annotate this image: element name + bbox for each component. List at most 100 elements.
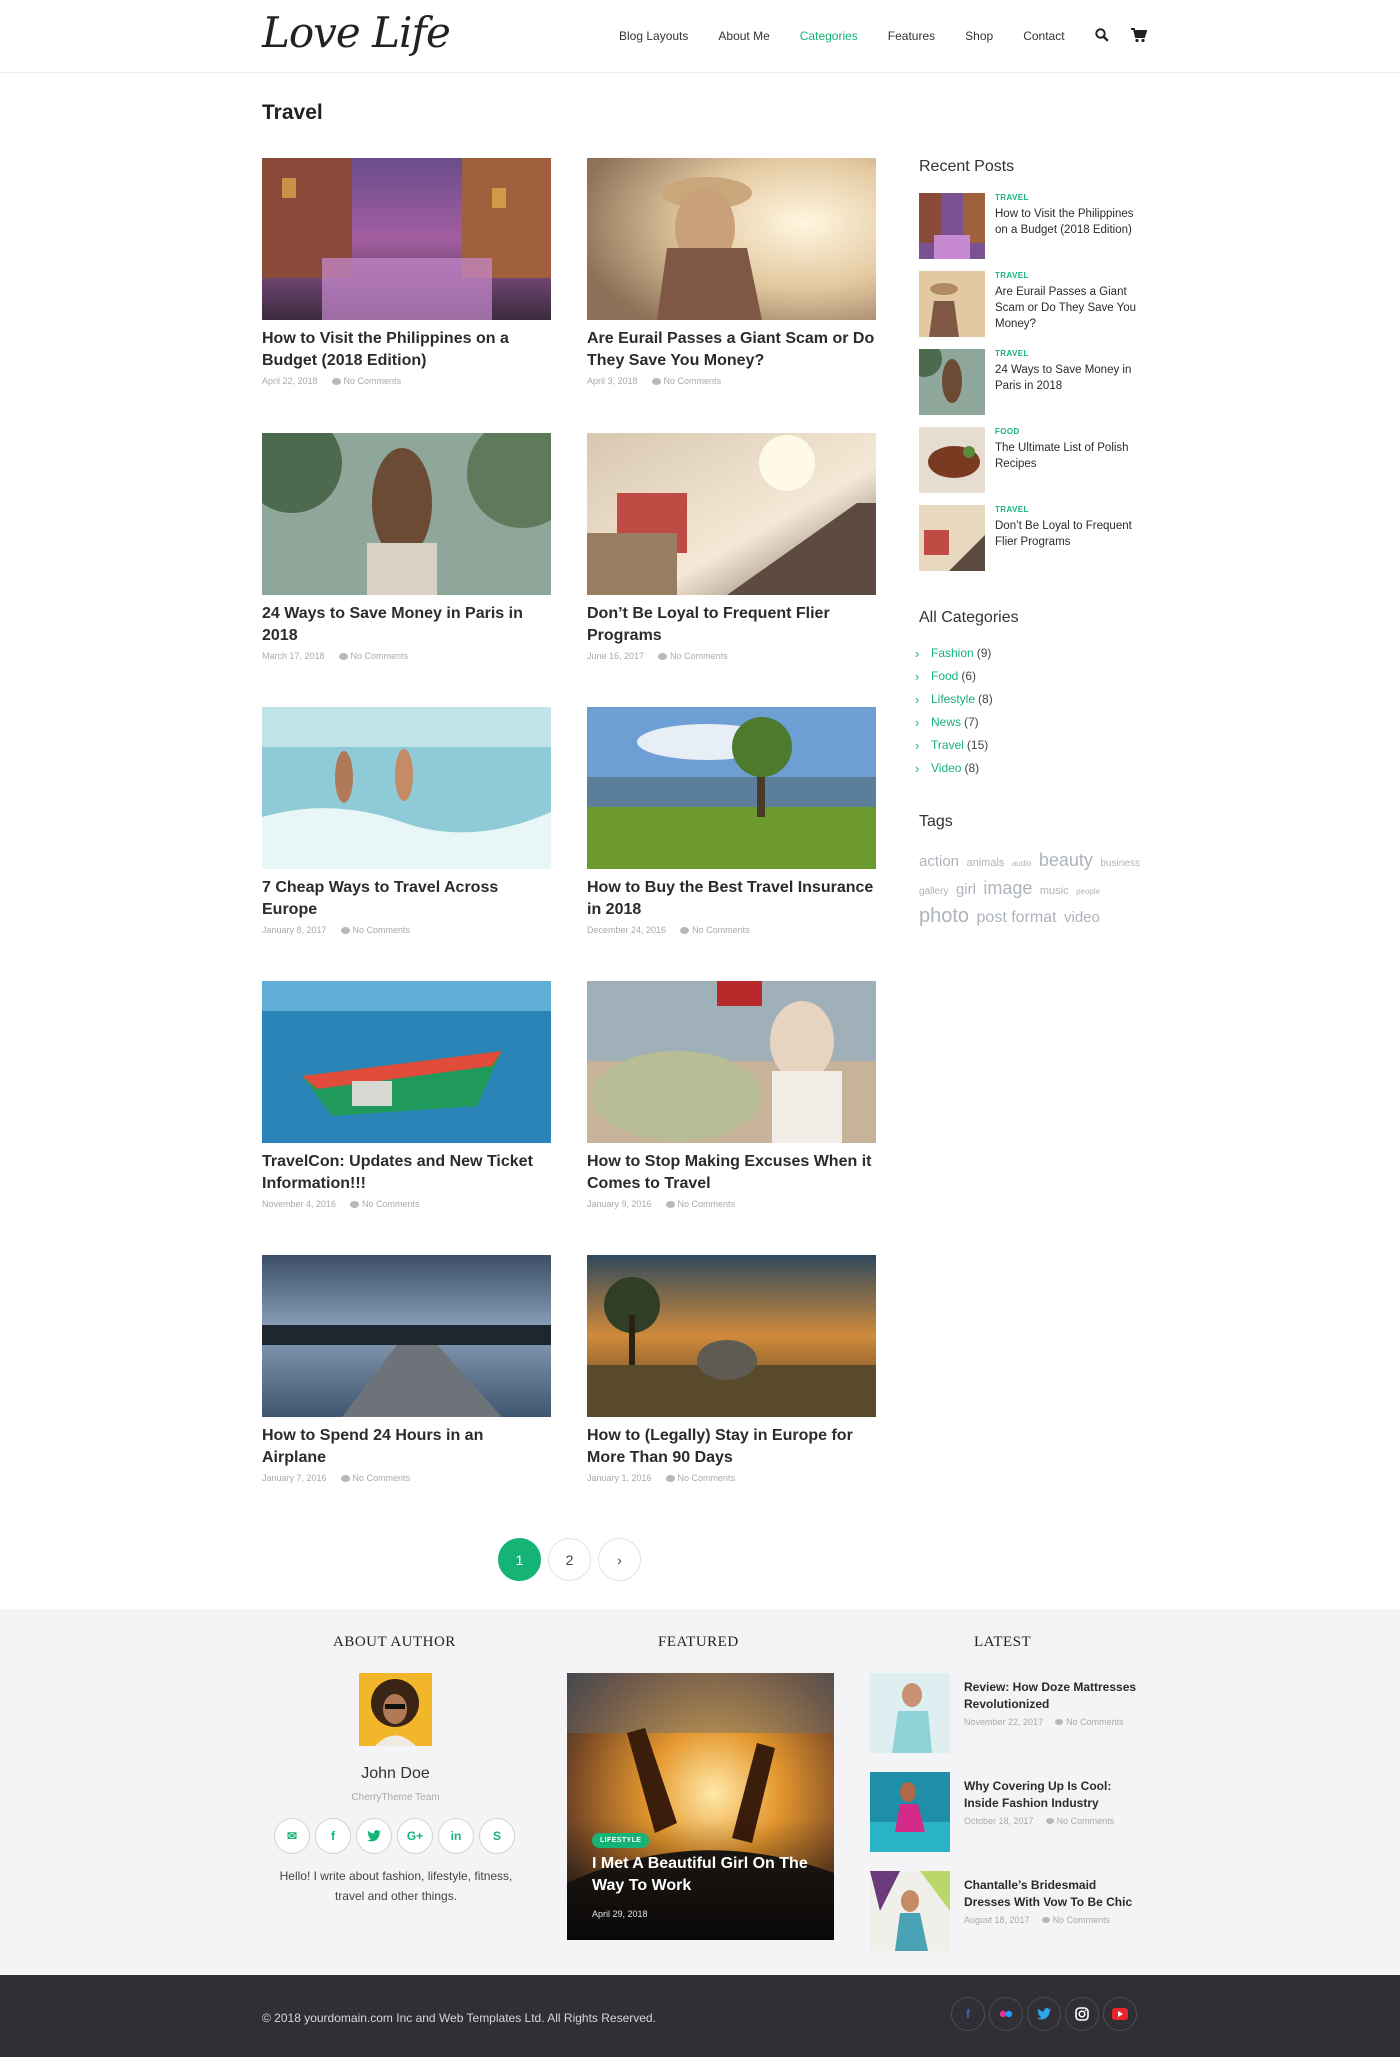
twitter-icon[interactable] xyxy=(356,1818,392,1854)
featured-title[interactable]: I Met A Beautiful Girl On The Way To Wor… xyxy=(592,1853,822,1897)
latest-title[interactable]: Review: How Doze Mattresses Revolutioniz… xyxy=(964,1679,1144,1713)
post-title[interactable]: TravelCon: Updates and New Ticket Inform… xyxy=(262,1151,551,1195)
tag-photo[interactable]: photo xyxy=(919,905,969,927)
featured-post[interactable]: LIFESTYLE I Met A Beautiful Girl On The … xyxy=(567,1673,834,1940)
category-food[interactable]: › Food (6) xyxy=(915,665,993,688)
tag-action[interactable]: action xyxy=(919,853,959,870)
nav-blog-layouts[interactable]: Blog Layouts xyxy=(619,29,688,43)
facebook-icon[interactable]: f xyxy=(951,1997,985,2031)
post-comments[interactable]: No Comments xyxy=(340,1473,410,1483)
tag-gallery[interactable]: gallery xyxy=(919,886,948,897)
post-image-woman-hat-sunset[interactable] xyxy=(587,158,876,320)
recent-post[interactable]: TRAVEL 24 Ways to Save Money in Paris in… xyxy=(919,349,1149,415)
post-image-venice-canal[interactable] xyxy=(262,158,551,320)
post-image-beach-running[interactable] xyxy=(262,707,551,869)
email-icon[interactable]: ✉ xyxy=(274,1818,310,1854)
nav-contact[interactable]: Contact xyxy=(1023,29,1064,43)
nav-shop[interactable]: Shop xyxy=(965,29,993,43)
latest-post[interactable]: Chantalle’s Bridesmaid Dresses With Vow … xyxy=(870,1871,1140,1951)
tag-post-format[interactable]: post format xyxy=(977,909,1057,926)
post-image-lake-pier[interactable] xyxy=(262,1255,551,1417)
instagram-icon[interactable] xyxy=(1065,1997,1099,2031)
post-comments[interactable]: No Comments xyxy=(338,651,408,661)
page-2-button[interactable]: 2 xyxy=(548,1538,591,1581)
recent-category[interactable]: TRAVEL xyxy=(995,193,1029,202)
skype-icon[interactable]: S xyxy=(479,1818,515,1854)
recent-category[interactable]: FOOD xyxy=(995,427,1020,436)
recent-title[interactable]: 24 Ways to Save Money in Paris in 2018 xyxy=(995,362,1145,394)
latest-title[interactable]: Why Covering Up Is Cool: Inside Fashion … xyxy=(964,1778,1144,1812)
category-video[interactable]: › Video (8) xyxy=(915,757,993,780)
category-name[interactable]: Travel xyxy=(931,734,964,757)
latest-thumb[interactable] xyxy=(870,1673,950,1753)
google-plus-icon[interactable]: G+ xyxy=(397,1818,433,1854)
post-comments[interactable]: No Comments xyxy=(665,1473,735,1483)
tag-audio[interactable]: audio xyxy=(1012,859,1032,868)
post-comments[interactable]: No Comments xyxy=(680,925,750,935)
tag-image[interactable]: image xyxy=(983,878,1032,898)
category-name[interactable]: Fashion xyxy=(931,642,974,665)
post-image-woman-forest[interactable] xyxy=(262,433,551,595)
tag-beauty[interactable]: beauty xyxy=(1039,850,1093,870)
tag-music[interactable]: music xyxy=(1040,885,1069,897)
linkedin-icon[interactable]: in xyxy=(438,1818,474,1854)
recent-category[interactable]: TRAVEL xyxy=(995,271,1029,280)
post-title[interactable]: 7 Cheap Ways to Travel Across Europe xyxy=(262,877,551,921)
recent-title[interactable]: Don’t Be Loyal to Frequent Flier Program… xyxy=(995,518,1145,550)
category-travel[interactable]: › Travel (15) xyxy=(915,734,993,757)
recent-thumb[interactable] xyxy=(919,271,985,337)
post-title[interactable]: 24 Ways to Save Money in Paris in 2018 xyxy=(262,603,551,647)
latest-thumb[interactable] xyxy=(870,1772,950,1852)
comments-label[interactable]: No Comments xyxy=(1053,1915,1111,1925)
post-title[interactable]: Don’t Be Loyal to Frequent Flier Program… xyxy=(587,603,876,647)
post-title[interactable]: How to Stop Making Excuses When it Comes… xyxy=(587,1151,876,1195)
recent-thumb[interactable] xyxy=(919,427,985,493)
recent-post[interactable]: TRAVEL Don’t Be Loyal to Frequent Flier … xyxy=(919,505,1149,571)
recent-thumb[interactable] xyxy=(919,349,985,415)
page-1-button[interactable]: 1 xyxy=(498,1538,541,1581)
post-comments[interactable]: No Comments xyxy=(350,1199,420,1209)
post-title[interactable]: How to Spend 24 Hours in an Airplane xyxy=(262,1425,551,1469)
post-comments[interactable]: No Comments xyxy=(340,925,410,935)
site-logo[interactable]: Love Life xyxy=(262,8,451,57)
post-comments[interactable]: No Comments xyxy=(651,376,721,386)
recent-post[interactable]: TRAVEL How to Visit the Philippines on a… xyxy=(919,193,1149,259)
recent-category[interactable]: TRAVEL xyxy=(995,349,1029,358)
category-name[interactable]: Lifestyle xyxy=(931,688,975,711)
tag-girl[interactable]: girl xyxy=(956,881,976,898)
comments-label[interactable]: No Comments xyxy=(1066,1717,1124,1727)
facebook-icon[interactable]: f xyxy=(315,1818,351,1854)
post-image-lake-landscape[interactable] xyxy=(587,707,876,869)
cart-icon[interactable] xyxy=(1130,28,1147,44)
nav-categories[interactable]: Categories xyxy=(800,29,858,43)
tag-people[interactable]: people xyxy=(1076,887,1100,896)
category-lifestyle[interactable]: › Lifestyle (8) xyxy=(915,688,993,711)
post-image-railway-sitting[interactable] xyxy=(587,433,876,595)
recent-thumb[interactable] xyxy=(919,505,985,571)
recent-thumb[interactable] xyxy=(919,193,985,259)
recent-title[interactable]: How to Visit the Philippines on a Budget… xyxy=(995,206,1145,238)
category-name[interactable]: News xyxy=(931,711,961,734)
latest-thumb[interactable] xyxy=(870,1871,950,1951)
category-news[interactable]: › News (7) xyxy=(915,711,993,734)
tag-video[interactable]: video xyxy=(1064,909,1100,926)
comments-label[interactable]: No Comments xyxy=(1057,1816,1115,1826)
nav-about-me[interactable]: About Me xyxy=(718,29,769,43)
recent-title[interactable]: The Ultimate List of Polish Recipes xyxy=(995,440,1145,472)
post-title[interactable]: How to Buy the Best Travel Insurance in … xyxy=(587,877,876,921)
recent-title[interactable]: Are Eurail Passes a Giant Scam or Do The… xyxy=(995,284,1145,332)
post-title[interactable]: Are Eurail Passes a Giant Scam or Do The… xyxy=(587,328,876,372)
latest-post[interactable]: Review: How Doze Mattresses Revolutioniz… xyxy=(870,1673,1140,1753)
featured-category-badge[interactable]: LIFESTYLE xyxy=(592,1833,650,1848)
flickr-icon[interactable] xyxy=(989,1997,1023,2031)
recent-post[interactable]: FOOD The Ultimate List of Polish Recipes xyxy=(919,427,1149,493)
post-image-boat-sea[interactable] xyxy=(262,981,551,1143)
post-image-woman-vintage-car[interactable] xyxy=(587,981,876,1143)
tag-animals[interactable]: animals xyxy=(966,857,1004,869)
post-image-elephant-sunset[interactable] xyxy=(587,1255,876,1417)
post-comments[interactable]: No Comments xyxy=(665,1199,735,1209)
recent-post[interactable]: TRAVEL Are Eurail Passes a Giant Scam or… xyxy=(919,271,1149,337)
post-title[interactable]: How to Visit the Philippines on a Budget… xyxy=(262,328,551,372)
post-title[interactable]: How to (Legally) Stay in Europe for More… xyxy=(587,1425,876,1469)
post-comments[interactable]: No Comments xyxy=(331,376,401,386)
